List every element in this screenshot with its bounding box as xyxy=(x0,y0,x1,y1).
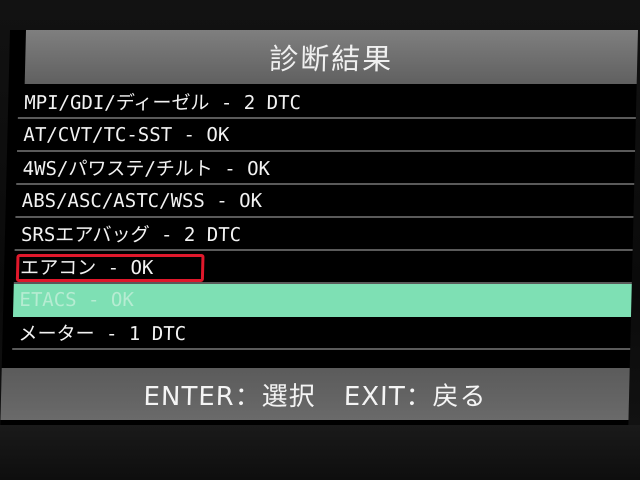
diagnostic-screen: 診断結果 MPI/GDI/ディーゼル - 2 DTC AT/CVT/TC-SST… xyxy=(0,30,638,425)
result-item-srs-airbag[interactable]: SRSエアバッグ - 2 DTC xyxy=(14,218,634,251)
result-item-abs[interactable]: ABS/ASC/ASTC/WSS - OK xyxy=(15,185,635,218)
result-item-4ws-powersteer[interactable]: 4WS/パワステ/チルト - OK xyxy=(16,152,636,185)
result-item-label: ABS/ASC/ASTC/WSS - OK xyxy=(21,189,263,212)
result-item-label: メーター - 1 DTC xyxy=(18,323,187,345)
result-item-label: SRSエアバッグ - 2 DTC xyxy=(20,224,242,246)
result-item-at-cvt[interactable]: AT/CVT/TC-SST - OK xyxy=(17,119,636,152)
exit-back-hint: EXIT：戻る xyxy=(343,381,487,412)
result-item-label: ETACS - OK xyxy=(19,288,135,311)
enter-select-hint: ENTER：選択 xyxy=(143,381,317,412)
result-list: MPI/GDI/ディーゼル - 2 DTC AT/CVT/TC-SST - OK… xyxy=(12,86,637,350)
result-item-label: MPI/GDI/ディーゼル - 2 DTC xyxy=(23,92,302,114)
result-item-label: 4WS/パワステ/チルト - OK xyxy=(22,158,271,180)
key-hint-bar: ENTER：選択 EXIT：戻る xyxy=(0,368,630,420)
page-title: 診断結果 xyxy=(24,30,638,84)
device-lower-bezel xyxy=(0,425,640,480)
result-item-meter[interactable]: メーター - 1 DTC xyxy=(12,317,631,350)
result-item-label: AT/CVT/TC-SST - OK xyxy=(23,123,230,146)
result-item-etacs-selected[interactable]: ETACS - OK xyxy=(12,284,632,317)
result-item-mpi-gdi-diesel[interactable]: MPI/GDI/ディーゼル - 2 DTC xyxy=(17,86,637,119)
result-item-label: エアコン - OK xyxy=(19,257,154,279)
result-item-aircon[interactable]: エアコン - OK xyxy=(13,251,633,284)
